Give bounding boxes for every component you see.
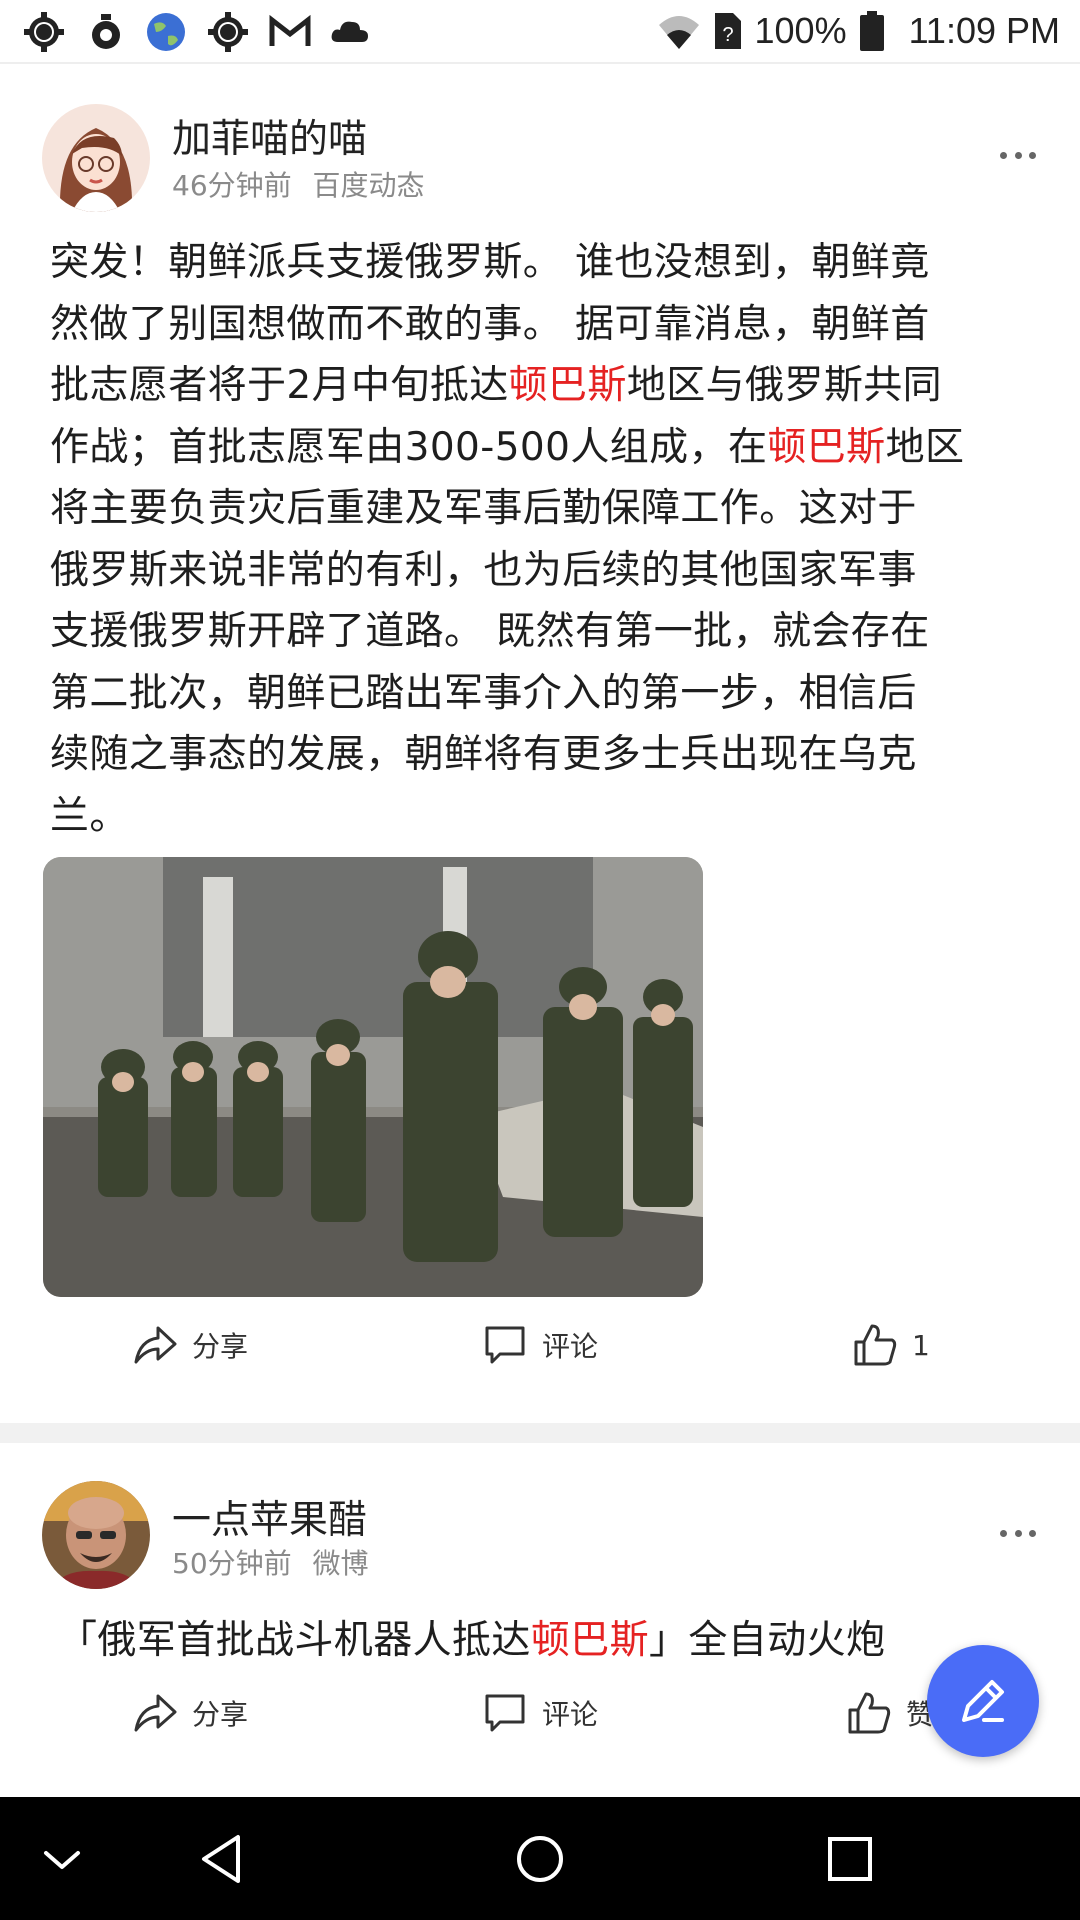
text-segment: 将主要负责灾后重建及军事后勤保障工作。这对于: [50, 486, 917, 531]
post-image[interactable]: [43, 857, 703, 1297]
text-segment: 批志愿者将于2月中旬抵达: [50, 363, 509, 408]
share-icon: [134, 1326, 177, 1364]
wifi-icon: [658, 16, 699, 49]
status-bar: ? 100% 11:09 PM: [0, 0, 1080, 62]
post-text[interactable]: 突发！朝鲜派兵支援俄罗斯。 谁也没想到，朝鲜竟 然做了别国想做而不敢的事。 据可靠…: [50, 232, 1035, 847]
location-icon: [92, 14, 120, 49]
post-text[interactable]: 「俄军首批战斗机器人抵达顿巴斯」全自动火炮: [58, 1610, 1043, 1672]
post-text-line: 将主要负责灾后重建及军事后勤保障工作。这对于: [50, 478, 1035, 540]
text-segment: 兰。: [50, 793, 129, 839]
chevron-down-icon[interactable]: [30, 1827, 94, 1891]
post-meta: 50分钟前 微博: [172, 1542, 381, 1582]
comment-label: 评论: [542, 1698, 599, 1731]
text-segment: 俄罗斯来说非常的有利，也为后续的其他国家军事: [50, 547, 917, 593]
post-text-line: 续随之事态的发展，朝鲜将有更多士兵出现在乌克: [50, 724, 1035, 786]
share-label: 分享: [192, 1698, 249, 1731]
text-segment: 续随之事态的发展，朝鲜将有更多士兵出现在乌克: [50, 732, 917, 777]
post-time: 46分钟前: [172, 169, 292, 202]
text-segment: 突发！朝鲜派兵支援俄罗斯。 谁也没想到，朝鲜竟: [50, 240, 930, 285]
post-source: 微博: [312, 1547, 369, 1580]
comment-icon: [485, 1326, 525, 1364]
navigation-bar: [0, 1797, 1080, 1920]
settings-icon: [24, 12, 64, 52]
status-divider: [0, 62, 1080, 64]
comment-button[interactable]: 评论: [482, 1690, 598, 1736]
share-icon: [134, 1694, 177, 1732]
recents-icon[interactable]: [818, 1827, 882, 1891]
battery-percent: 100%: [754, 10, 847, 51]
text-segment: 地区与俄罗斯共同: [626, 363, 943, 408]
post-actions: 分享 评论 赞: [0, 1690, 1080, 1760]
post-meta: 46分钟前 百度动态: [172, 164, 437, 204]
avatar[interactable]: [42, 104, 150, 212]
post-source: 百度动态: [312, 169, 425, 202]
post-text-line: 俄罗斯来说非常的有利，也为后续的其他国家军事: [50, 540, 1035, 602]
svg-text:?: ?: [722, 24, 733, 46]
like-button[interactable]: 赞: [846, 1690, 934, 1736]
comment-icon: [485, 1694, 525, 1732]
text-segment: 支援俄罗斯开辟了道路。 既然有第一批，就会存在: [50, 609, 930, 654]
post-text-line: 支援俄罗斯开辟了道路。 既然有第一批，就会存在: [50, 601, 1035, 663]
author-name[interactable]: 加菲喵的喵: [172, 108, 367, 164]
post-separator: [0, 1423, 1080, 1443]
gmail-icon: [269, 14, 311, 46]
cloud-icon: [331, 21, 368, 42]
share-button[interactable]: 分享: [132, 1690, 248, 1736]
highlight-keyword[interactable]: 顿巴斯: [509, 363, 627, 408]
comment-label: 评论: [542, 1330, 599, 1363]
text-segment: 作战；首批志愿军由300-500人组成，在: [50, 424, 768, 470]
highlight-keyword[interactable]: 顿巴斯: [767, 425, 885, 470]
like-count: 1: [912, 1328, 930, 1362]
post-text-line: 第二批次，朝鲜已踏出军事介入的第一步，相信后: [50, 663, 1035, 725]
avatar[interactable]: [42, 1481, 150, 1589]
post-time: 50分钟前: [172, 1547, 292, 1580]
sim-unknown-icon: ?: [714, 13, 741, 49]
share-button[interactable]: 分享: [132, 1322, 248, 1368]
post-text-line: 突发！朝鲜派兵支援俄罗斯。 谁也没想到，朝鲜竟: [50, 232, 1035, 294]
home-icon[interactable]: [508, 1827, 572, 1891]
compose-button[interactable]: [927, 1645, 1039, 1757]
settings-icon: [208, 12, 248, 52]
like-button[interactable]: 1: [852, 1322, 930, 1368]
back-icon[interactable]: [192, 1827, 256, 1891]
globe-icon: [147, 13, 185, 51]
battery-icon: [859, 11, 884, 51]
post-text-line: 然做了别国想做而不敢的事。 据可靠消息，朝鲜首: [50, 294, 1035, 356]
post-text-line: 批志愿者将于2月中旬抵达顿巴斯地区与俄罗斯共同: [50, 355, 1035, 417]
post-actions: 分享 评论 1: [0, 1322, 1080, 1392]
more-options-button[interactable]: [1000, 148, 1036, 162]
author-name[interactable]: 一点苹果醋: [172, 1489, 367, 1545]
post-text-line: 作战；首批志愿军由300-500人组成，在顿巴斯地区: [50, 417, 1035, 479]
comment-button[interactable]: 评论: [482, 1322, 598, 1368]
thumbs-up-icon: [854, 1324, 897, 1366]
thumbs-up-icon: [848, 1692, 891, 1734]
text-segment: 第二批次，朝鲜已踏出军事介入的第一步，相信后: [50, 670, 917, 716]
share-label: 分享: [192, 1330, 249, 1363]
pencil-icon: [962, 1680, 1004, 1722]
more-options-button[interactable]: [1000, 1526, 1036, 1540]
clock: 11:09 PM: [908, 10, 1060, 51]
post-text-line: 兰。: [50, 786, 1035, 848]
text-segment: 然做了别国想做而不敢的事。 据可靠消息，朝鲜首: [50, 301, 930, 347]
text-segment: 地区: [885, 424, 965, 470]
